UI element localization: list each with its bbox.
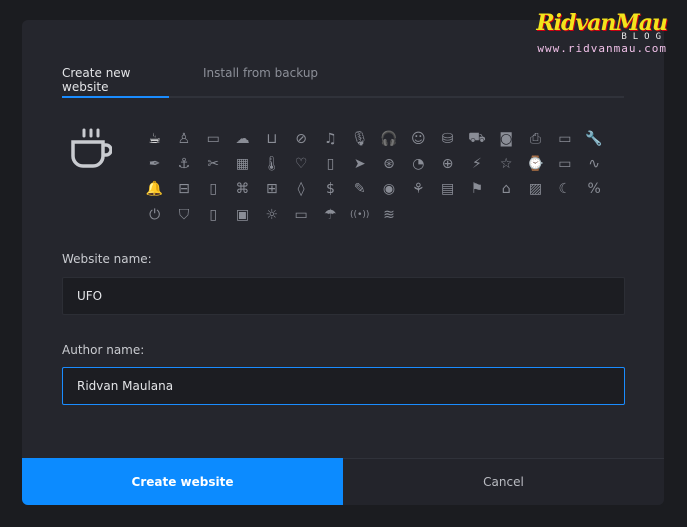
icon-option-29-icon[interactable]: ⌚ xyxy=(521,151,550,176)
icon-option-5-icon[interactable]: ⊘ xyxy=(286,126,315,151)
tab-bar: Create new website Install from backup xyxy=(62,66,624,98)
watermark-logo: RidvanMau BLOG www.ridvanmau.com xyxy=(536,10,668,55)
icon-option-39-icon[interactable]: ✎ xyxy=(345,177,374,202)
icon-option-49-icon[interactable]: ⛉ xyxy=(169,202,198,227)
icon-option-33-icon[interactable]: ⊟ xyxy=(169,177,198,202)
icon-option-25-icon[interactable]: ◔ xyxy=(404,151,433,176)
icon-option-23-icon[interactable]: ➤ xyxy=(345,151,374,176)
icon-option-6-icon[interactable]: ♫ xyxy=(316,126,345,151)
icon-option-14-icon[interactable]: ▭ xyxy=(550,126,579,151)
icon-option-47-icon[interactable]: % xyxy=(579,177,608,202)
icon-option-11-icon[interactable]: ⛟ xyxy=(462,126,491,151)
icon-option-32-icon[interactable]: 🔔 xyxy=(140,177,169,202)
icon-option-44-icon[interactable]: ⌂ xyxy=(492,177,521,202)
icon-option-43-icon[interactable]: ⚑ xyxy=(462,177,491,202)
icon-option-13-icon[interactable]: ⎙ xyxy=(521,126,550,151)
icon-option-55-icon[interactable]: ((•)) xyxy=(345,202,374,227)
tab-install-from-backup[interactable]: Install from backup xyxy=(203,66,318,98)
icon-option-51-icon[interactable]: ▣ xyxy=(228,202,257,227)
icon-option-34-icon[interactable]: ▯ xyxy=(199,177,228,202)
author-name-label: Author name: xyxy=(62,343,145,357)
watermark-url: www.ridvanmau.com xyxy=(537,42,667,55)
icon-option-12-icon[interactable]: ◙ xyxy=(492,126,521,151)
icon-option-24-icon[interactable]: ⊛ xyxy=(374,151,403,176)
icon-picker-grid: ☕ ♙ ▭ ☁ ⊔ ⊘ ♫ 🎙 🎧 ☺ ⛁ ⛟ ◙ ⎙ ▭ 🔧 ✒ ⚓ ✂ ▦ 🌡 ♡ ▯ ➤ ⊛ ◔ ⊕ ⚡ ☆ ⌚ ▭ ∿ 🔔 ⊟ ▯ ⌘ ⊞ ◊ $ ✎… xyxy=(140,126,609,227)
icon-option-10-icon[interactable]: ⛁ xyxy=(433,126,462,151)
icon-option-16-icon[interactable]: ✒ xyxy=(140,151,169,176)
icon-option-41-icon[interactable]: ⚘ xyxy=(404,177,433,202)
icon-option-30-icon[interactable]: ▭ xyxy=(550,151,579,176)
create-website-button[interactable]: Create website xyxy=(22,458,343,505)
icon-option-26-icon[interactable]: ⊕ xyxy=(433,151,462,176)
icon-option-0-icon[interactable]: ☕ xyxy=(140,126,169,151)
icon-option-54-icon[interactable]: ☂ xyxy=(316,202,345,227)
icon-option-17-icon[interactable]: ⚓ xyxy=(169,151,198,176)
icon-option-45-icon[interactable]: ▨ xyxy=(521,177,550,202)
icon-option-36-icon[interactable]: ⊞ xyxy=(257,177,286,202)
icon-option-3-icon[interactable]: ☁ xyxy=(228,126,257,151)
icon-option-53-icon[interactable]: ▭ xyxy=(286,202,315,227)
selected-coffee-cup-icon xyxy=(71,128,112,168)
icon-option-48-icon[interactable]: ⏻ xyxy=(140,202,169,227)
icon-option-2-icon[interactable]: ▭ xyxy=(199,126,228,151)
icon-option-9-icon[interactable]: ☺ xyxy=(404,126,433,151)
icon-option-56-icon[interactable]: ≋ xyxy=(374,202,403,227)
icon-option-46-icon[interactable]: ☾ xyxy=(550,177,579,202)
icon-option-21-icon[interactable]: ♡ xyxy=(286,151,315,176)
icon-option-8-icon[interactable]: 🎧 xyxy=(374,126,403,151)
icon-option-18-icon[interactable]: ✂ xyxy=(199,151,228,176)
tab-create-new-website[interactable]: Create new website xyxy=(62,66,169,98)
icon-option-40-icon[interactable]: ◉ xyxy=(374,177,403,202)
icon-option-31-icon[interactable]: ∿ xyxy=(579,151,608,176)
icon-option-28-icon[interactable]: ☆ xyxy=(492,151,521,176)
icon-option-42-icon[interactable]: ▤ xyxy=(433,177,462,202)
icon-option-7-icon[interactable]: 🎙 xyxy=(345,126,374,151)
icon-option-1-icon[interactable]: ♙ xyxy=(169,126,198,151)
cancel-button[interactable]: Cancel xyxy=(343,458,664,505)
icon-option-22-icon[interactable]: ▯ xyxy=(316,151,345,176)
icon-option-27-icon[interactable]: ⚡ xyxy=(462,151,491,176)
author-name-input[interactable] xyxy=(62,367,625,405)
icon-option-50-icon[interactable]: ▯ xyxy=(199,202,228,227)
create-website-dialog: Create new website Install from backup ☕… xyxy=(22,20,664,505)
icon-option-20-icon[interactable]: 🌡 xyxy=(257,151,286,176)
icon-option-4-icon[interactable]: ⊔ xyxy=(257,126,286,151)
website-name-label: Website name: xyxy=(62,252,152,266)
website-name-input[interactable] xyxy=(62,277,625,315)
icon-option-52-icon[interactable]: ☼ xyxy=(257,202,286,227)
icon-option-37-icon[interactable]: ◊ xyxy=(286,177,315,202)
icon-option-15-icon[interactable]: 🔧 xyxy=(579,126,608,151)
icon-option-19-icon[interactable]: ▦ xyxy=(228,151,257,176)
icon-option-35-icon[interactable]: ⌘ xyxy=(228,177,257,202)
icon-option-38-icon[interactable]: $ xyxy=(316,177,345,202)
